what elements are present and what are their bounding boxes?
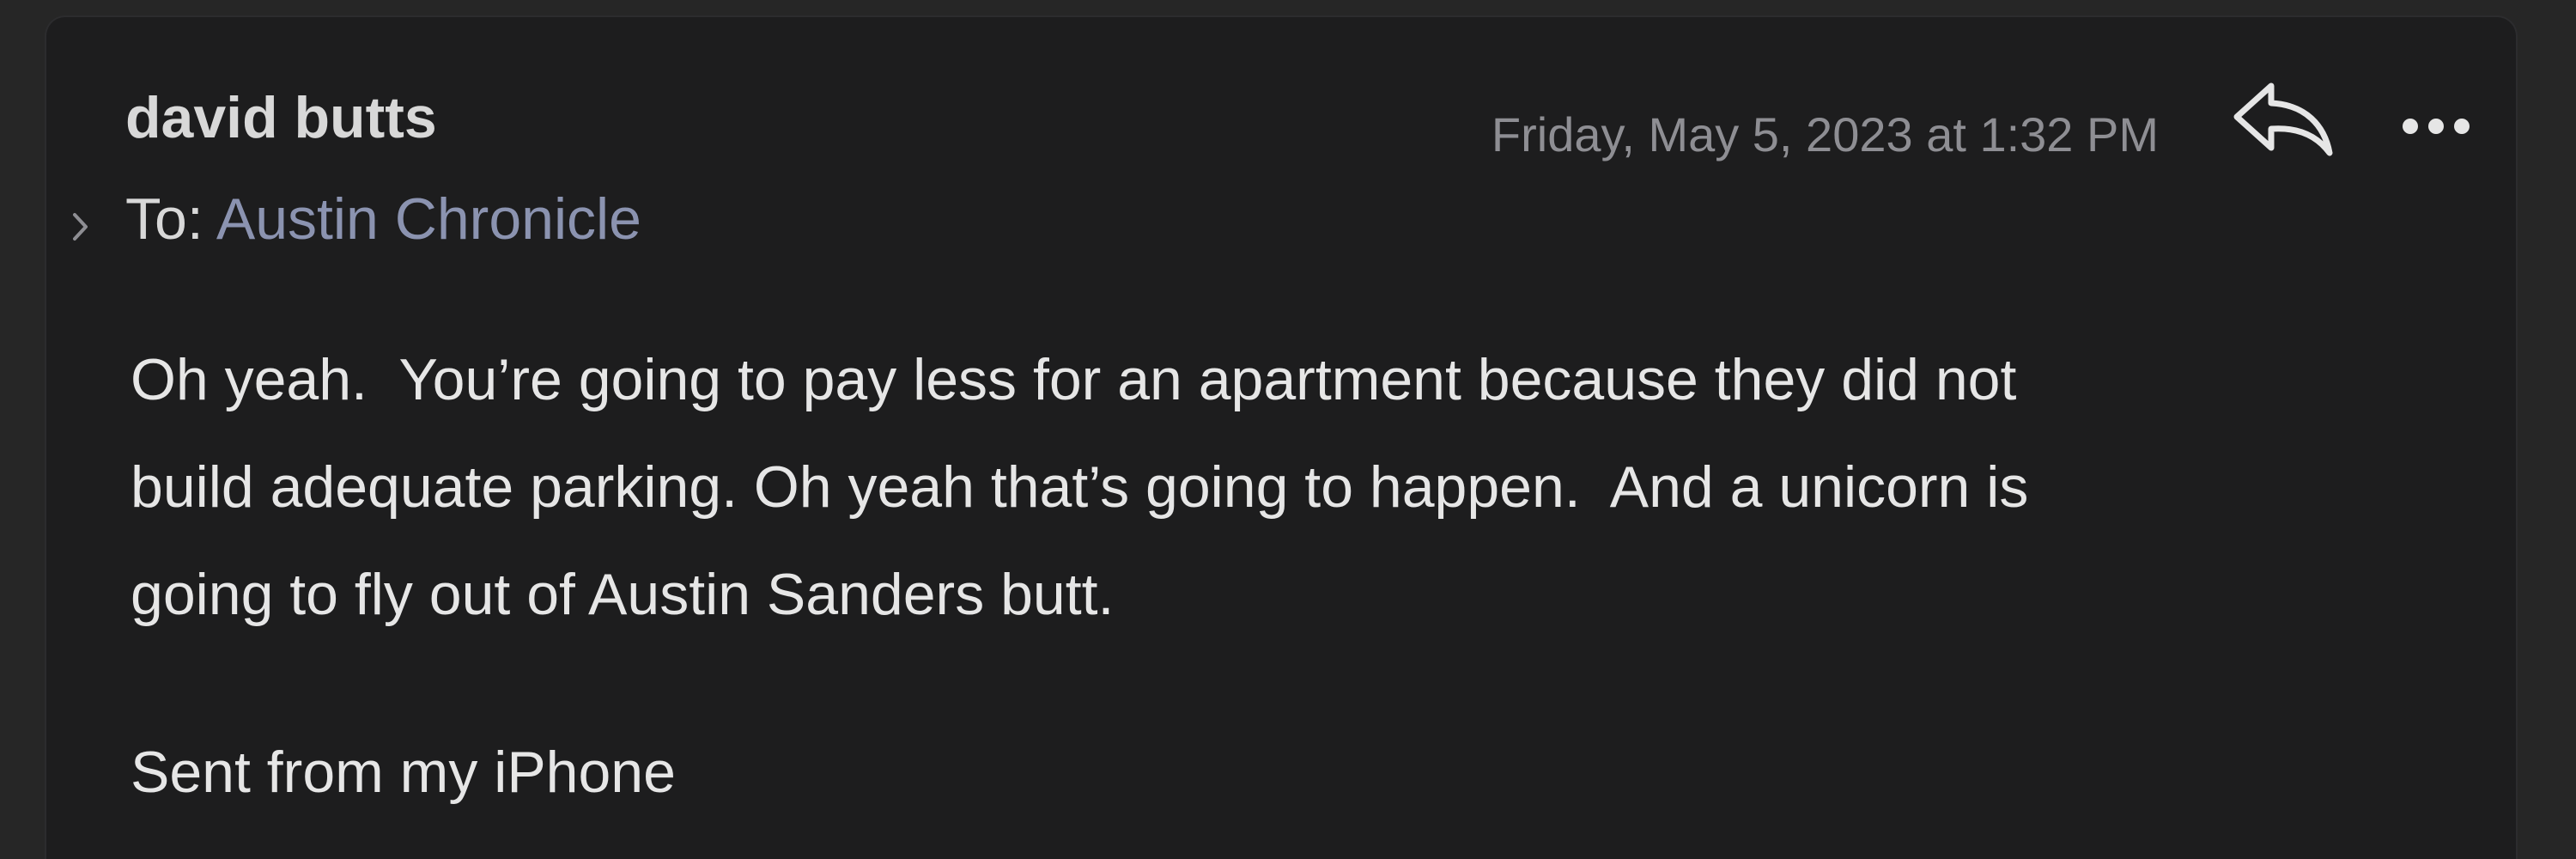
more-button[interactable]: [2389, 89, 2483, 163]
ellipsis-icon: [2403, 119, 2470, 134]
sender-name: david butts: [125, 85, 437, 150]
to-label: To:: [125, 186, 204, 252]
recipient-link[interactable]: Austin Chronicle: [216, 186, 641, 252]
message-card: david butts Friday, May 5, 2023 at 1:32 …: [45, 15, 2518, 859]
body-line: going to fly out of Austin Sanders butt.: [131, 562, 1115, 627]
body-line: Oh yeah. You’re going to pay less for an…: [131, 347, 2017, 412]
reply-button[interactable]: [2230, 76, 2336, 161]
chevron-right-icon[interactable]: [64, 201, 98, 253]
message-body: Oh yeah. You’re going to pay less for an…: [131, 326, 2518, 649]
message-date: Friday, May 5, 2023 at 1:32 PM: [1491, 107, 2159, 161]
email-signature: Sent from my iPhone: [131, 740, 676, 805]
reply-icon: [2233, 82, 2333, 156]
recipient-line: To: Austin Chronicle: [125, 186, 641, 253]
body-line: build adequate parking. Oh yeah that’s g…: [131, 454, 2029, 520]
